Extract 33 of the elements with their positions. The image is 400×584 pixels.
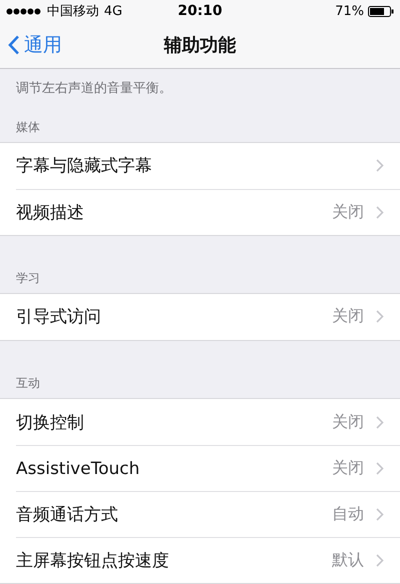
row-label[interactable]: AssistiveTouch [16,458,332,478]
row-label[interactable]: 引导式访问 [16,305,332,328]
chevron-icon [376,554,384,567]
row-value: 关闭 [332,412,364,432]
section-header: 学习 [16,270,40,287]
footer-note: 调节左右声道的音量平衡。 [16,81,172,96]
chevron-icon [376,416,384,428]
clock-time: 20:10 [178,3,222,19]
back-chevron-icon [8,35,20,55]
row-label[interactable]: 切换控制 [16,410,332,434]
back-button[interactable]: 通用 [0,32,70,58]
row-value: 关闭 [332,202,364,223]
row-label[interactable]: 视频描述 [16,200,332,224]
section-header: 互动 [16,375,40,392]
chevron-icon [376,206,384,219]
row-label[interactable]: 音频通话方式 [16,503,332,526]
carrier-name: 中国移动 [47,3,99,20]
network-type: 4G [104,4,122,18]
row-value: 自动 [332,504,364,525]
chevron-icon [376,310,384,324]
page-title: 辅助功能 [164,34,236,57]
chevron-icon [376,508,384,521]
row-label[interactable]: 字幕与隐藏式字幕 [16,154,376,178]
battery-icon [368,6,394,16]
row-value: 关闭 [332,458,364,479]
row-label[interactable]: 主屏幕按钮点按速度 [16,549,332,572]
row-value: 关闭 [332,306,364,328]
section-header: 媒体 [16,118,40,136]
chevron-icon [376,462,384,475]
signal-icon [6,8,42,14]
row-value: 默认 [332,550,364,571]
chevron-icon [376,159,384,172]
battery-percent: 71% [335,4,364,18]
